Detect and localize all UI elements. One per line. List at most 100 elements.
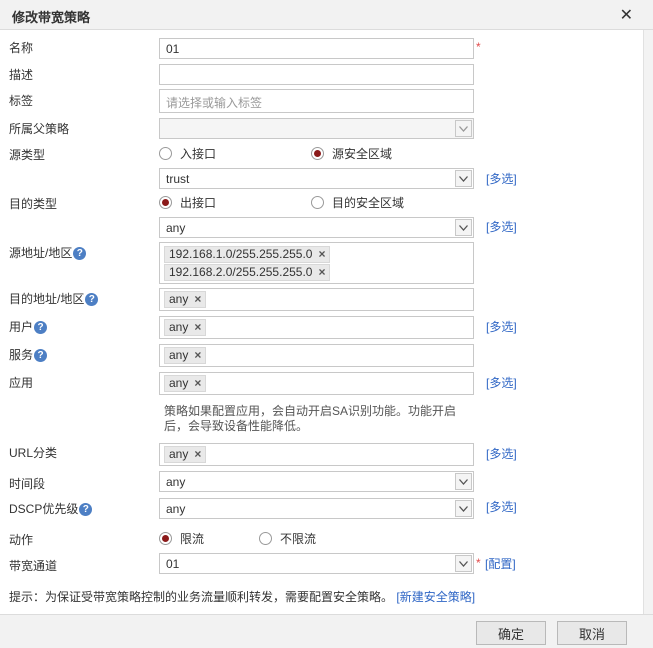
remove-tag-icon[interactable]: × [194,348,201,362]
radio-label: 不限流 [280,532,317,546]
ok-button[interactable]: 确定 [476,621,546,645]
remove-tag-icon[interactable]: × [194,447,201,461]
remove-tag-icon[interactable]: × [318,265,325,279]
help-icon[interactable]: ? [34,321,48,334]
dst-address-input[interactable]: any × [159,288,474,311]
user-tag: any × [164,319,207,336]
radio-circle-selected [159,196,172,209]
application-multi-link[interactable]: [多选] [486,374,517,391]
source-zone-select[interactable]: trust [159,168,474,189]
radio-circle [159,147,172,160]
url-multi-link[interactable]: [多选] [486,445,517,462]
time-range-label: 时间段 [9,477,46,491]
out-interface-multi-link[interactable]: [多选] [486,218,517,235]
src-address-label: 源地址/地区? [9,244,87,261]
radio-circle [259,532,272,545]
tags-label: 标签 [9,94,34,108]
application-label: 应用 [9,376,34,390]
channel-config-link[interactable]: [配置] [485,555,516,572]
application-input[interactable]: any × [159,372,474,395]
dest-type-label: 目的类型 [9,197,58,211]
url-category-input[interactable]: any × [159,443,474,466]
service-tag: any × [164,347,207,364]
name-required-mark: * [476,40,481,54]
radio-source-zone[interactable]: 源安全区域 [311,145,392,162]
remove-tag-icon[interactable]: × [194,292,201,306]
time-range-value: any [166,475,186,489]
source-zone-value: trust [166,172,190,186]
dialog-titlebar: 修改带宽策略 ✕ [0,0,653,30]
source-type-label: 源类型 [9,148,46,162]
chevron-down-icon[interactable] [455,500,472,517]
channel-required-mark: * [476,556,481,570]
name-input[interactable]: 01 [159,38,474,59]
remove-tag-icon[interactable]: × [194,376,201,390]
help-icon[interactable]: ? [73,247,87,260]
channel-select[interactable]: 01 [159,553,474,574]
hint-message: 提示：为保证受带宽策略控制的业务流量顺利转发，需要配置安全策略。 [9,590,394,604]
hint-text: 提示：为保证受带宽策略控制的业务流量顺利转发，需要配置安全策略。 [新建安全策略… [9,588,475,605]
radio-in-interface[interactable]: 入接口 [159,145,216,162]
name-value: 01 [166,42,180,56]
channel-label: 带宽通道 [9,559,58,573]
radio-label: 目的安全区域 [332,196,405,210]
radio-label: 限流 [180,532,205,546]
source-zone-multi-link[interactable]: [多选] [486,170,517,187]
remove-tag-icon[interactable]: × [318,247,325,261]
radio-label: 源安全区域 [332,147,393,161]
chevron-down-icon [455,120,472,137]
service-label: 服务? [9,346,48,363]
tags-placeholder: 请选择或输入标签 [166,96,263,110]
address-tag: 192.168.2.0/255.255.255.0 × [164,264,331,281]
help-icon[interactable]: ? [79,503,93,516]
radio-circle [311,196,324,209]
help-icon[interactable]: ? [34,349,48,362]
dscp-label: DSCP优先级? [9,500,93,517]
remove-tag-icon[interactable]: × [194,320,201,334]
dst-address-label: 目的地址/地区? [9,290,99,307]
radio-out-interface[interactable]: 出接口 [159,194,216,211]
address-tag: any × [164,291,207,308]
application-note: 策略如果配置应用，会自动开启SA识别功能。功能开启后，会导致设备性能降低。 [164,404,457,433]
chevron-down-icon[interactable] [455,555,472,572]
radio-circle-selected [159,532,172,545]
service-input[interactable]: any × [159,344,474,367]
channel-value: 01 [166,557,180,571]
close-icon[interactable]: ✕ [620,5,633,25]
url-tag: any × [164,446,207,463]
time-range-select[interactable]: any [159,471,474,492]
radio-label: 出接口 [180,196,217,210]
chevron-down-icon[interactable] [455,170,472,187]
dscp-multi-link[interactable]: [多选] [486,498,517,515]
parent-policy-select[interactable] [159,118,474,139]
chevron-down-icon[interactable] [455,219,472,236]
description-input[interactable] [159,64,474,85]
out-interface-select[interactable]: any [159,217,474,238]
cancel-button[interactable]: 取消 [557,621,627,645]
dialog-footer: 确定 取消 [0,614,653,648]
radio-circle-selected [311,147,324,160]
parent-policy-label: 所属父策略 [9,122,70,136]
address-tag: 192.168.1.0/255.255.255.0 × [164,246,331,263]
description-label: 描述 [9,68,34,82]
dialog-title: 修改带宽策略 [12,10,91,25]
radio-dest-zone[interactable]: 目的安全区域 [311,194,404,211]
application-tag: any × [164,375,207,392]
radio-limit[interactable]: 限流 [159,530,204,547]
dscp-select[interactable]: any [159,498,474,519]
tags-input[interactable]: 请选择或输入标签 [159,89,474,113]
user-input[interactable]: any × [159,316,474,339]
out-interface-value: any [166,221,186,235]
user-label: 用户? [9,318,48,335]
name-label: 名称 [9,41,34,55]
chevron-down-icon[interactable] [455,473,472,490]
user-multi-link[interactable]: [多选] [486,318,517,335]
src-address-input[interactable]: 192.168.1.0/255.255.255.0 × 192.168.2.0/2… [159,242,474,284]
scroll-edge [643,30,653,614]
url-category-label: URL分类 [9,446,58,460]
dscp-value: any [166,502,186,516]
radio-no-limit[interactable]: 不限流 [259,530,316,547]
help-icon[interactable]: ? [85,293,99,306]
radio-label: 入接口 [180,147,217,161]
new-security-policy-link[interactable]: [新建安全策略] [396,590,475,604]
